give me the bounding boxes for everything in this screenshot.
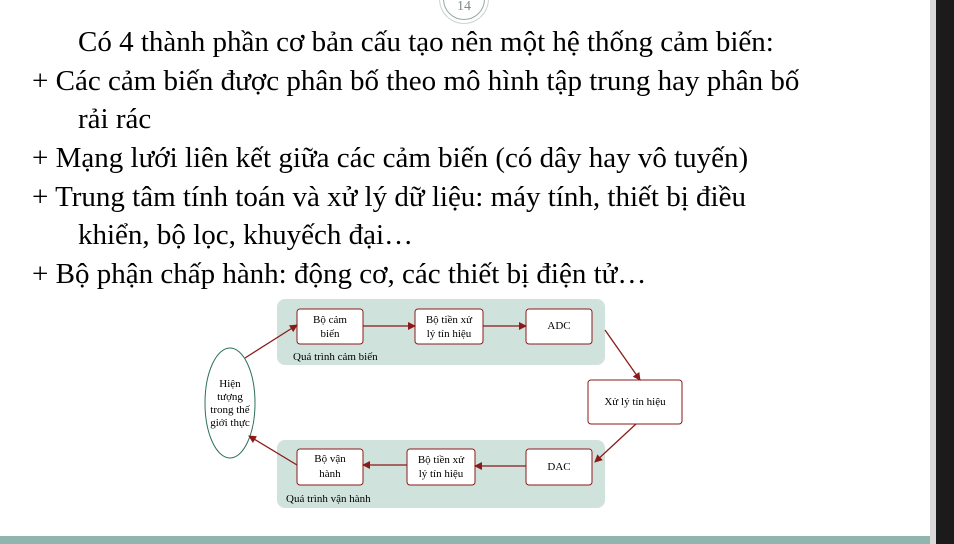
- preprocess-top-label-1: Bộ tiền xử: [425, 314, 473, 326]
- sensor-label-2: biến: [320, 328, 340, 340]
- sensing-process-label: Quá trình cảm biến: [293, 351, 378, 363]
- real-world-label-3: trong thế: [210, 404, 250, 416]
- actuator-label-2: hành: [319, 468, 341, 480]
- actuator-label-1: Bộ vận: [314, 453, 346, 465]
- sensor-label-1: Bộ cảm: [313, 314, 347, 326]
- preprocess-bottom-label-1: Bộ tiền xử: [417, 454, 465, 466]
- real-world-label-2: tượng: [217, 391, 243, 403]
- arrow-adc-to-processing: [604, 329, 641, 381]
- dac-label: DAC: [547, 461, 571, 473]
- adc-label: ADC: [547, 320, 571, 332]
- sensor-system-diagram: [204, 299, 683, 508]
- actuation-process-label: Quá trình vận hành: [286, 493, 371, 505]
- real-world-label-1: Hiện: [219, 378, 241, 390]
- scrollbar-track[interactable]: [930, 0, 936, 544]
- slide-bottom-bar: [0, 536, 930, 544]
- preprocess-top-label-2: lý tín hiệu: [426, 328, 472, 340]
- signal-processing-label: Xử lý tín hiệu: [604, 396, 666, 408]
- preprocess-bottom-label-2: lý tín hiệu: [418, 468, 464, 480]
- real-world-label-4: giới thực: [210, 417, 250, 429]
